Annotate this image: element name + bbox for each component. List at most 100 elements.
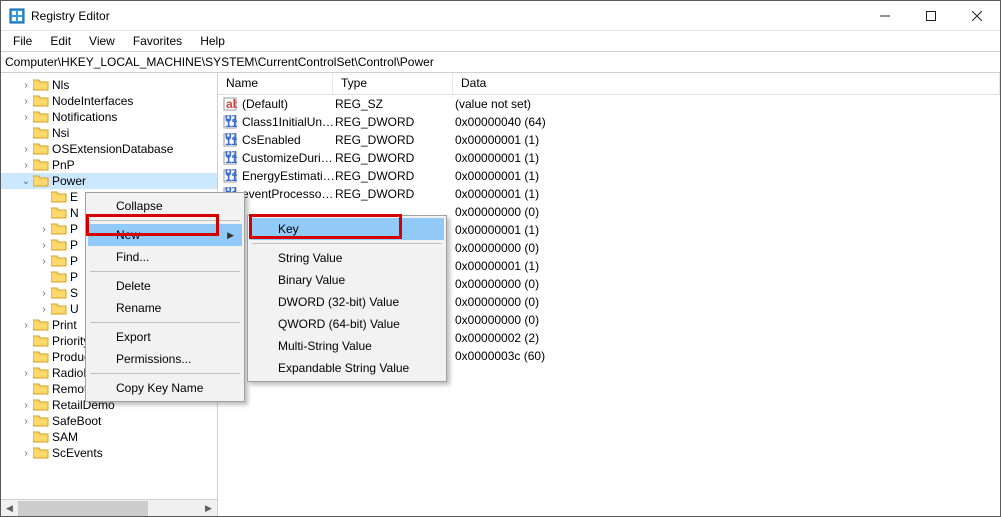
- tree-item-label: N: [70, 206, 79, 220]
- reg-string-icon: ab: [222, 96, 238, 112]
- list-cell-name: eventProcessorE...: [242, 187, 335, 201]
- list-row[interactable]: 011110EnergyEstimatio...REG_DWORD0x00000…: [218, 167, 1000, 185]
- submenu-key[interactable]: Key: [250, 218, 444, 240]
- submenu-multi-string[interactable]: Multi-String Value: [250, 335, 444, 357]
- menu-view[interactable]: View: [81, 32, 123, 50]
- expand-icon[interactable]: ›: [19, 96, 33, 107]
- expand-icon[interactable]: ›: [19, 160, 33, 171]
- window-controls: [862, 1, 1000, 31]
- tree-item-label: P: [70, 238, 78, 252]
- ctx-separator: [90, 220, 240, 221]
- list-cell-type: REG_DWORD: [335, 169, 455, 183]
- scroll-right-button[interactable]: ▶: [200, 500, 217, 517]
- list-row[interactable]: 011110Class1InitialUnp...REG_DWORD0x0000…: [218, 113, 1000, 131]
- menu-help[interactable]: Help: [192, 32, 233, 50]
- submenu-binary-value[interactable]: Binary Value: [250, 269, 444, 291]
- scroll-track[interactable]: [18, 500, 200, 517]
- list-cell-name: CustomizeDurin...: [242, 151, 335, 165]
- address-bar[interactable]: Computer\HKEY_LOCAL_MACHINE\SYSTEM\Curre…: [1, 51, 1000, 73]
- column-header-data[interactable]: Data: [453, 73, 1000, 94]
- ctx-copy-key-name[interactable]: Copy Key Name: [88, 377, 242, 399]
- ctx-export[interactable]: Export: [88, 326, 242, 348]
- folder-icon: [33, 127, 49, 139]
- menu-edit[interactable]: Edit: [42, 32, 79, 50]
- ctx-find[interactable]: Find...: [88, 246, 242, 268]
- folder-icon: [51, 255, 67, 267]
- folder-icon: [33, 175, 49, 187]
- ctx-separator: [252, 243, 442, 244]
- titlebar: Registry Editor: [1, 1, 1000, 31]
- expand-icon[interactable]: ›: [19, 144, 33, 155]
- minimize-button[interactable]: [862, 1, 908, 31]
- folder-icon: [51, 239, 67, 251]
- folder-icon: [51, 223, 67, 235]
- expand-icon[interactable]: ›: [37, 288, 51, 299]
- expand-icon[interactable]: ›: [19, 416, 33, 427]
- tree-item[interactable]: ›SafeBoot: [1, 413, 217, 429]
- expand-icon[interactable]: ›: [19, 112, 33, 123]
- svg-text:110: 110: [225, 170, 237, 183]
- expand-icon[interactable]: ›: [19, 320, 33, 331]
- tree-item-label: Notifications: [52, 110, 117, 124]
- context-submenu-new: Key String Value Binary Value DWORD (32-…: [247, 215, 447, 382]
- tree-item[interactable]: Nsi: [1, 125, 217, 141]
- list-cell-data: (value not set): [455, 97, 1000, 111]
- column-header-type[interactable]: Type: [333, 73, 453, 94]
- expand-icon[interactable]: ›: [37, 224, 51, 235]
- reg-binary-icon: 011110: [222, 132, 238, 148]
- list-row[interactable]: ab(Default)REG_SZ(value not set): [218, 95, 1000, 113]
- ctx-delete[interactable]: Delete: [88, 275, 242, 297]
- expand-icon[interactable]: ›: [19, 400, 33, 411]
- folder-icon: [33, 415, 49, 427]
- submenu-string-value[interactable]: String Value: [250, 247, 444, 269]
- list-cell-type: REG_SZ: [335, 97, 455, 111]
- menu-favorites[interactable]: Favorites: [125, 32, 190, 50]
- tree-item[interactable]: ⌄Power: [1, 173, 217, 189]
- submenu-expandable-string[interactable]: Expandable String Value: [250, 357, 444, 379]
- list-cell-data: 0x00000000 (0): [455, 295, 1000, 309]
- tree-item[interactable]: SAM: [1, 429, 217, 445]
- ctx-new[interactable]: New▶: [88, 224, 242, 246]
- collapse-icon[interactable]: ⌄: [19, 176, 33, 187]
- expand-icon[interactable]: ›: [37, 304, 51, 315]
- column-header-name[interactable]: Name: [218, 73, 333, 94]
- list-cell-data: 0x00000000 (0): [455, 241, 1000, 255]
- close-button[interactable]: [954, 1, 1000, 31]
- expand-icon[interactable]: ›: [37, 240, 51, 251]
- tree-horizontal-scrollbar[interactable]: ◀ ▶: [1, 499, 217, 516]
- expand-icon[interactable]: ›: [37, 256, 51, 267]
- expand-icon[interactable]: ›: [19, 368, 33, 379]
- menu-file[interactable]: File: [5, 32, 40, 50]
- tree-item[interactable]: ›NodeInterfaces: [1, 93, 217, 109]
- scroll-left-button[interactable]: ◀: [1, 500, 18, 517]
- list-row[interactable]: 011110eventProcessorE...REG_DWORD0x00000…: [218, 185, 1000, 203]
- maximize-button[interactable]: [908, 1, 954, 31]
- tree-item[interactable]: ›ScEvents: [1, 445, 217, 461]
- submenu-dword[interactable]: DWORD (32-bit) Value: [250, 291, 444, 313]
- ctx-collapse[interactable]: Collapse: [88, 195, 242, 217]
- list-cell-type: REG_DWORD: [335, 133, 455, 147]
- expand-icon[interactable]: ›: [19, 80, 33, 91]
- scroll-thumb[interactable]: [18, 501, 148, 516]
- list-cell-name: CsEnabled: [242, 133, 335, 147]
- folder-icon: [51, 271, 67, 283]
- list-cell-name: EnergyEstimatio...: [242, 169, 335, 183]
- list-row[interactable]: 011110CustomizeDurin...REG_DWORD0x000000…: [218, 149, 1000, 167]
- expand-icon[interactable]: ›: [19, 448, 33, 459]
- list-cell-data: 0x00000002 (2): [455, 331, 1000, 345]
- address-text: Computer\HKEY_LOCAL_MACHINE\SYSTEM\Curre…: [5, 55, 434, 69]
- tree-item[interactable]: › Notifications: [1, 109, 217, 125]
- window-title: Registry Editor: [31, 9, 862, 23]
- tree-item[interactable]: ›OSExtensionDatabase: [1, 141, 217, 157]
- folder-icon: [33, 159, 49, 171]
- ctx-rename[interactable]: Rename: [88, 297, 242, 319]
- tree-item[interactable]: ›PnP: [1, 157, 217, 173]
- submenu-qword[interactable]: QWORD (64-bit) Value: [250, 313, 444, 335]
- tree-item-label: Nls: [52, 78, 69, 92]
- list-row[interactable]: 011110CsEnabledREG_DWORD0x00000001 (1): [218, 131, 1000, 149]
- list-cell-data: 0x0000003c (60): [455, 349, 1000, 363]
- menubar: File Edit View Favorites Help: [1, 31, 1000, 51]
- folder-icon: [33, 95, 49, 107]
- ctx-permissions[interactable]: Permissions...: [88, 348, 242, 370]
- tree-item[interactable]: › Nls: [1, 77, 217, 93]
